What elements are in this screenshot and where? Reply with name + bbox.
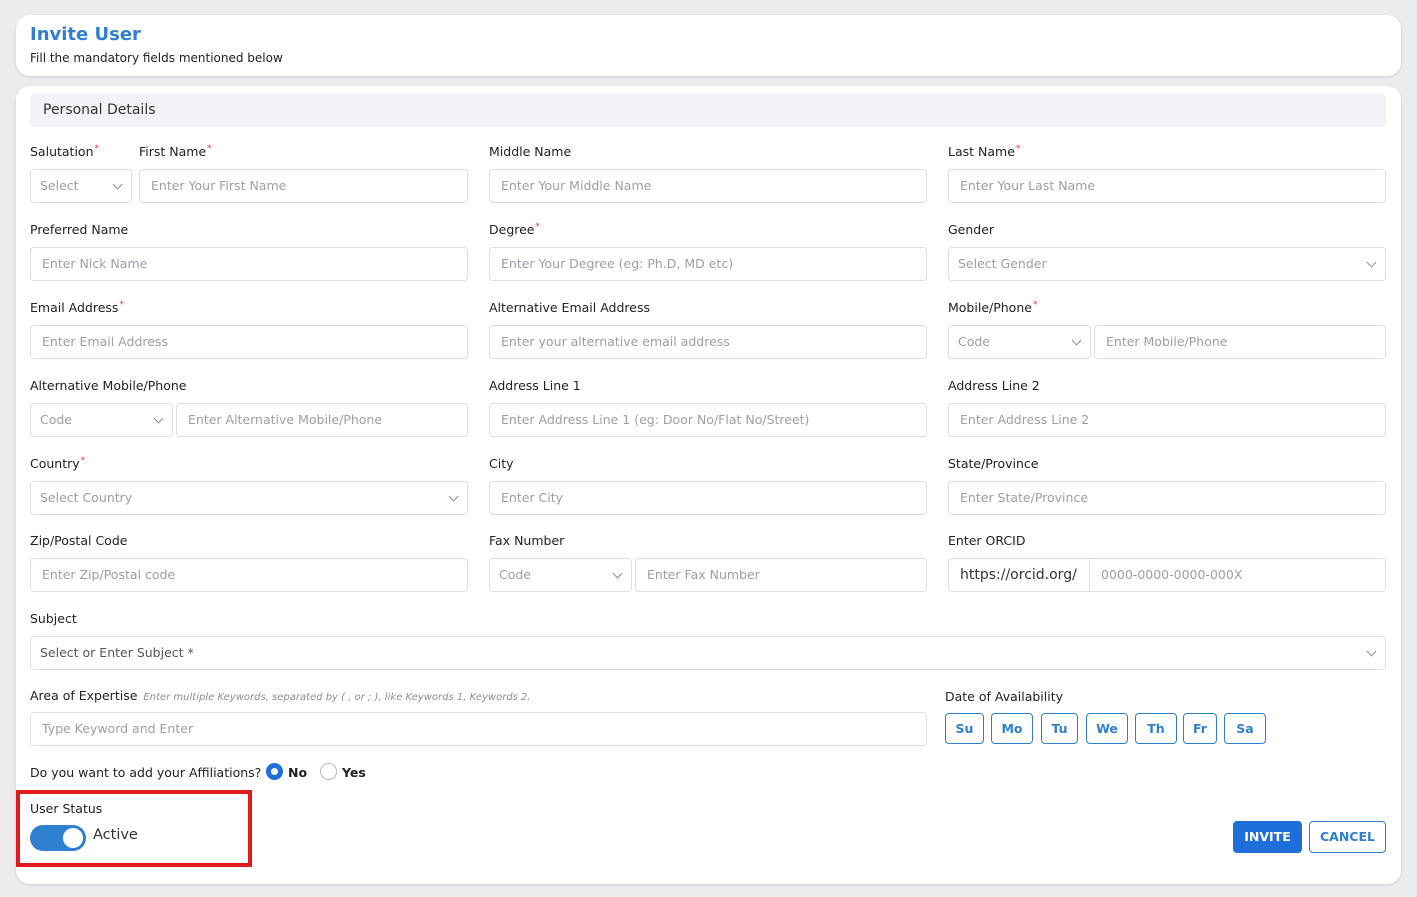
email-input[interactable]: Enter Email Address	[30, 325, 468, 359]
address1-input[interactable]: Enter Address Line 1 (eg: Door No/Flat N…	[489, 403, 927, 437]
day-button-th[interactable]: Th	[1135, 713, 1177, 744]
alt-email-input[interactable]: Enter your alternative email address	[489, 325, 927, 359]
day-button-mo[interactable]: Mo	[991, 713, 1033, 744]
form-card: Personal Details Salutation* Select Firs…	[16, 86, 1401, 884]
availability-label: Date of Availability	[945, 689, 1064, 704]
user-status-value: Active	[93, 827, 138, 843]
user-status-label: User Status	[30, 801, 103, 816]
country-label: Country*	[30, 456, 86, 471]
chevron-down-icon	[1366, 646, 1377, 657]
alt-email-label: Alternative Email Address	[489, 300, 650, 315]
day-button-we[interactable]: We	[1086, 713, 1128, 744]
orcid-input[interactable]: https://orcid.org/ 0000-0000-0000-000X	[948, 558, 1386, 592]
day-button-tu[interactable]: Tu	[1041, 713, 1078, 744]
degree-input[interactable]: Enter Your Degree (eg: Ph.D, MD etc)	[489, 247, 927, 281]
expertise-hint: Enter multiple Keywords, separated by ( …	[143, 692, 531, 703]
gender-select[interactable]: Select Gender	[948, 247, 1386, 281]
degree-label: Degree*	[489, 222, 540, 237]
mobile-label: Mobile/Phone*	[948, 300, 1038, 315]
mobile-input[interactable]: Enter Mobile/Phone	[1094, 325, 1386, 359]
salutation-select[interactable]: Select	[30, 169, 132, 203]
address2-label: Address Line 2	[948, 378, 1040, 393]
middle-name-label: Middle Name	[489, 144, 572, 159]
day-button-fr[interactable]: Fr	[1183, 713, 1217, 744]
address2-input[interactable]: Enter Address Line 2	[948, 403, 1386, 437]
orcid-label: Enter ORCID	[948, 533, 1026, 548]
section-header: Personal Details	[30, 94, 1386, 127]
subject-label: Subject	[30, 611, 77, 626]
day-button-sa[interactable]: Sa	[1224, 713, 1266, 744]
page-subtitle: Fill the mandatory fields mentioned belo…	[30, 51, 283, 65]
fax-code-select[interactable]: Code	[489, 558, 632, 592]
expertise-input[interactable]: Type Keyword and Enter	[30, 712, 927, 746]
first-name-input[interactable]: Enter Your First Name	[139, 169, 468, 203]
orcid-prefix: https://orcid.org/	[949, 559, 1090, 591]
city-input[interactable]: Enter City	[489, 481, 927, 515]
preferred-name-input[interactable]: Enter Nick Name	[30, 247, 468, 281]
alt-mobile-label: Alternative Mobile/Phone	[30, 378, 187, 393]
chevron-down-icon	[153, 413, 164, 424]
chevron-down-icon	[1071, 335, 1082, 346]
first-name-label: First Name*	[139, 144, 212, 159]
chevron-down-icon	[448, 491, 459, 502]
affiliations-yes-label: Yes	[342, 765, 366, 780]
address1-label: Address Line 1	[489, 378, 581, 393]
chevron-down-icon	[612, 568, 623, 579]
affiliations-question: Do you want to add your Affiliations?	[30, 765, 262, 780]
user-status-toggle[interactable]	[30, 825, 86, 851]
last-name-label: Last Name*	[948, 144, 1021, 159]
state-label: State/Province	[948, 456, 1039, 471]
affiliations-no-radio[interactable]	[266, 763, 283, 780]
gender-label: Gender	[948, 222, 995, 237]
fax-label: Fax Number	[489, 533, 565, 548]
zip-label: Zip/Postal Code	[30, 533, 128, 548]
affiliations-yes-radio[interactable]	[320, 763, 337, 780]
section-title: Personal Details	[43, 102, 156, 118]
last-name-input[interactable]: Enter Your Last Name	[948, 169, 1386, 203]
header-card: Invite User Fill the mandatory fields me…	[16, 15, 1401, 76]
alt-mobile-input[interactable]: Enter Alternative Mobile/Phone	[176, 403, 468, 437]
toggle-knob	[63, 828, 83, 848]
email-label: Email Address*	[30, 300, 124, 315]
chevron-down-icon	[112, 179, 123, 190]
preferred-name-label: Preferred Name	[30, 222, 129, 237]
salutation-label: Salutation*	[30, 144, 99, 159]
mobile-code-select[interactable]: Code	[948, 325, 1091, 359]
chevron-down-icon	[1366, 257, 1377, 268]
affiliations-no-label: No	[288, 765, 308, 780]
state-input[interactable]: Enter State/Province	[948, 481, 1386, 515]
zip-input[interactable]: Enter Zip/Postal code	[30, 558, 468, 592]
alt-mobile-code-select[interactable]: Code	[30, 403, 173, 437]
page-title: Invite User	[30, 24, 141, 45]
fax-input[interactable]: Enter Fax Number	[635, 558, 927, 592]
city-label: City	[489, 456, 514, 471]
day-button-su[interactable]: Su	[945, 713, 984, 744]
country-select[interactable]: Select Country	[30, 481, 468, 515]
middle-name-input[interactable]: Enter Your Middle Name	[489, 169, 927, 203]
cancel-button[interactable]: CANCEL	[1309, 821, 1386, 853]
subject-select[interactable]: Select or Enter Subject *	[30, 636, 1386, 670]
invite-button[interactable]: INVITE	[1233, 821, 1302, 853]
expertise-label: Area of Expertise Enter multiple Keywords…	[30, 688, 531, 703]
